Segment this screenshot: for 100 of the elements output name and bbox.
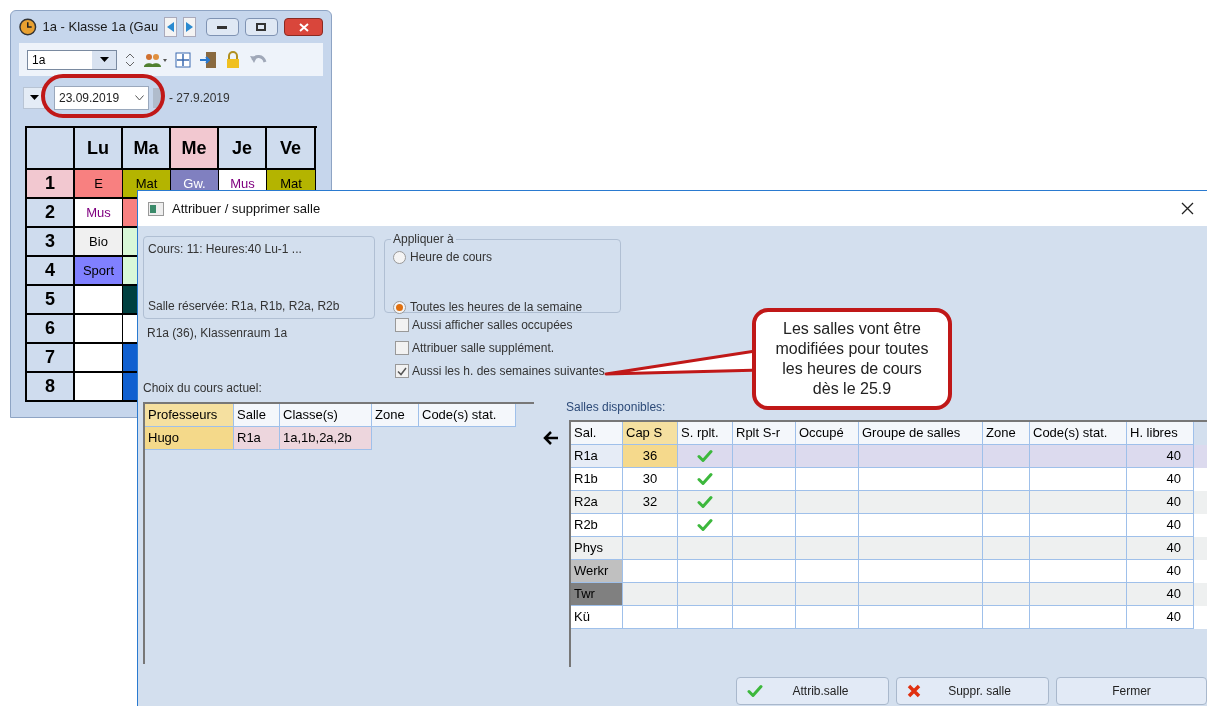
lock-icon[interactable] (225, 50, 241, 69)
clock-icon (19, 18, 37, 36)
column-header[interactable]: Zone (983, 422, 1030, 445)
caret-icon (29, 95, 39, 100)
radio-option[interactable]: Toutes les heures de la semaine (393, 298, 612, 316)
left-arrow-icon (543, 431, 559, 445)
table-cell: 40 (1127, 606, 1194, 629)
period-label: 1 (27, 170, 75, 199)
table-cell: R1a (234, 427, 280, 450)
column-header[interactable]: Zone (372, 404, 419, 427)
checkmark-icon (697, 449, 713, 463)
callout-text: Les salles vont être modifiées pour toutes les heures de cours dès le 25.9 (752, 308, 952, 410)
period-label: 8 (27, 373, 75, 402)
room-cell: Twr (571, 583, 623, 606)
checkmark-icon (697, 472, 713, 486)
room-cell: Kü (571, 606, 623, 629)
room-cell: Werkr (571, 560, 623, 583)
lesson-cell[interactable] (75, 315, 123, 344)
lesson-cell[interactable]: E (75, 170, 123, 199)
table-row[interactable]: Phys 40 (571, 537, 1207, 560)
day-header[interactable]: Me (171, 128, 219, 170)
chevron-down-icon (135, 94, 144, 101)
period-label: 6 (27, 315, 75, 344)
grid-move-icon[interactable] (175, 51, 191, 68)
dialog-button[interactable]: Suppr. salle (896, 677, 1049, 705)
table-row[interactable]: Werkr 40 (571, 560, 1207, 583)
period-label: 2 (27, 199, 75, 228)
column-header[interactable]: Code(s) stat. (419, 404, 516, 427)
checkbox-option[interactable]: Attribuer salle supplément. (395, 339, 621, 357)
table-row[interactable]: R2b 40 (571, 514, 1207, 537)
next-button[interactable] (182, 17, 196, 37)
column-header[interactable]: Rplt S-r (733, 422, 796, 445)
radio-option[interactable]: Heure de cours (393, 248, 612, 266)
dialog-title: Attribuer / supprimer salle (172, 199, 321, 218)
day-header[interactable]: Lu (75, 128, 123, 170)
period-label: 7 (27, 344, 75, 373)
maximize-button[interactable] (244, 18, 278, 36)
section-label: Choix du cours actuel: (143, 380, 263, 397)
checkmark-icon (697, 495, 713, 509)
caret-icon (99, 57, 109, 62)
section-label: Salles disponibles: (566, 399, 667, 416)
table-cell: 1a,1b,2a,2b (280, 427, 372, 450)
lesson-cell[interactable] (75, 286, 123, 315)
left-arrow-icon (167, 22, 175, 32)
date-end-label: - 27.9.2019 (169, 89, 230, 107)
date-field[interactable]: 23.09.2019 (54, 85, 149, 110)
column-header[interactable]: Cap S (623, 422, 678, 445)
table-row[interactable]: R1a 36 40 (571, 445, 1207, 468)
class-dropdown[interactable]: 1a (27, 49, 117, 70)
group-title: Appliquer à (392, 231, 455, 248)
room-cell: Phys (571, 537, 623, 560)
close-button[interactable] (1179, 200, 1195, 217)
day-header[interactable]: Je (219, 128, 267, 170)
exit-door-icon[interactable] (199, 50, 217, 69)
checkmark-icon (397, 366, 407, 376)
period-label: 4 (27, 257, 75, 286)
close-button[interactable] (284, 18, 323, 36)
checkbox-option[interactable]: Aussi afficher salles occupées (395, 316, 621, 334)
table-row[interactable]: Kü 40 (571, 606, 1207, 629)
previous-button[interactable] (164, 17, 177, 37)
room-cell: R1b (571, 468, 623, 491)
column-header[interactable]: Groupe de salles (859, 422, 983, 445)
column-header[interactable]: H. libres (1127, 422, 1194, 445)
table-row[interactable]: R2a 32 40 (571, 491, 1207, 514)
lesson-cell[interactable]: Mus (75, 199, 123, 228)
checkmark-icon (697, 518, 713, 532)
lesson-cell[interactable]: Bio (75, 228, 123, 257)
day-header[interactable]: Ve (267, 128, 316, 170)
people-icon[interactable] (143, 51, 167, 68)
column-header[interactable]: Code(s) stat. (1030, 422, 1127, 445)
room-cell: R2b (571, 514, 623, 537)
room-info-text: R1a (36), Klassenraum 1a (147, 325, 289, 342)
period-label: 5 (27, 286, 75, 315)
lesson-cell[interactable]: Sport (75, 257, 123, 286)
column-header[interactable]: Classe(s) (280, 404, 372, 427)
table-cell: 36 (623, 445, 678, 468)
lesson-cell[interactable] (75, 344, 123, 373)
minimize-button[interactable] (205, 18, 239, 36)
lesson-cell[interactable] (75, 373, 123, 402)
column-header[interactable]: Professeurs (145, 404, 234, 427)
column-header[interactable]: Occupé (796, 422, 859, 445)
dialog-button[interactable]: Attrib.salle (736, 677, 889, 705)
window-title: 1a - Klasse 1a (Gau (42, 18, 159, 37)
column-header[interactable]: S. rplt. (678, 422, 733, 445)
close-icon (1180, 202, 1194, 215)
column-header[interactable]: Salle (234, 404, 280, 427)
dialog-button[interactable]: Fermer (1056, 677, 1207, 705)
spin-button[interactable] (153, 87, 161, 108)
table-row[interactable]: Twr 40 (571, 583, 1207, 606)
period-label: 3 (27, 228, 75, 257)
cross-icon (907, 684, 921, 698)
window-icon (148, 201, 164, 216)
room-cell: R2a (571, 491, 623, 514)
room-cell: R1a (571, 445, 623, 468)
day-header[interactable]: Ma (123, 128, 171, 170)
close-icon (298, 22, 309, 32)
table-cell: Hugo (145, 427, 234, 450)
checkmark-icon (747, 684, 763, 698)
column-header[interactable]: Sal. (571, 422, 623, 445)
table-row[interactable]: R1b 30 40 (571, 468, 1207, 491)
